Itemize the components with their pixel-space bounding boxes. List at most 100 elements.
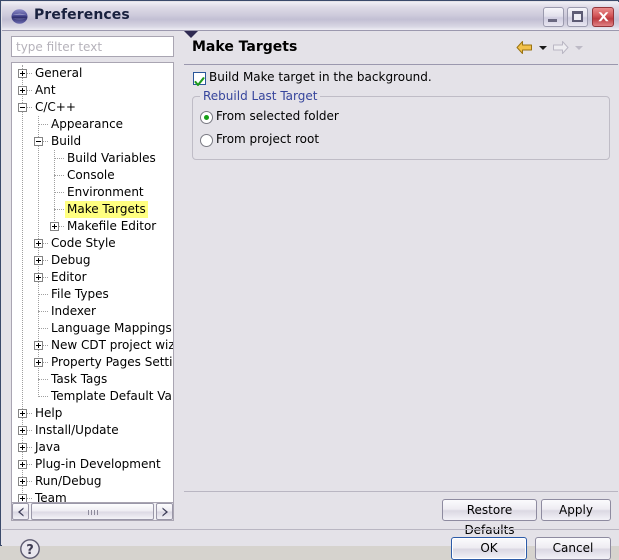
- tree-connector-stub: [54, 175, 64, 177]
- radio-from-project-root[interactable]: [200, 134, 213, 147]
- tree-item-label: File Types: [51, 287, 109, 301]
- tree-connector-stub: [38, 328, 48, 330]
- tree-connector-stub: [38, 396, 48, 398]
- tree-expand-icon[interactable]: [34, 239, 43, 248]
- back-history-chevron-down-icon[interactable]: [539, 46, 547, 50]
- apply-button[interactable]: Apply: [541, 499, 611, 521]
- tree-item[interactable]: Template Default Values: [12, 388, 173, 405]
- scrollbar-thumb[interactable]: [31, 503, 154, 520]
- maximize-button[interactable]: [567, 7, 588, 27]
- tree-item[interactable]: Makefile Editor: [12, 218, 173, 235]
- tree-expand-icon[interactable]: [34, 273, 43, 282]
- tree-expand-icon[interactable]: [34, 358, 43, 367]
- tree-item[interactable]: Java: [12, 439, 173, 456]
- tree-expand-icon[interactable]: [18, 477, 27, 486]
- tree-item[interactable]: Console: [12, 167, 173, 184]
- tree-item-label: Code Style: [51, 236, 116, 250]
- tree-item-label: Build: [51, 134, 82, 148]
- build-in-background-checkbox[interactable]: [193, 72, 206, 87]
- tree-item[interactable]: Help: [12, 405, 173, 422]
- tree-item[interactable]: Ant: [12, 82, 173, 99]
- tree-item-label: Editor: [51, 270, 87, 284]
- radio-from-selected-folder-label: From selected folder: [216, 109, 339, 123]
- tree-item[interactable]: General: [12, 65, 173, 82]
- tree-item[interactable]: Property Pages Settings: [12, 354, 173, 371]
- scroll-right-button[interactable]: [156, 503, 173, 520]
- tree-collapse-icon[interactable]: [18, 103, 27, 112]
- tree-item-label: Indexer: [51, 304, 96, 318]
- tree-item[interactable]: Language Mappings: [12, 320, 173, 337]
- tree-item[interactable]: Task Tags: [12, 371, 173, 388]
- tree-item[interactable]: Indexer: [12, 303, 173, 320]
- scroll-right-icon: [162, 507, 168, 517]
- back-arrow-icon[interactable]: [516, 40, 533, 55]
- tree-item[interactable]: Code Style: [12, 235, 173, 252]
- tree-item[interactable]: Team: [12, 490, 173, 502]
- tree-connector-stub: [54, 209, 64, 211]
- radio-from-selected-folder[interactable]: [200, 111, 213, 124]
- tree-expand-icon[interactable]: [34, 341, 43, 350]
- tree-item[interactable]: C/C++: [12, 99, 173, 116]
- close-icon: [598, 12, 609, 22]
- rebuild-last-target-group: [192, 96, 610, 160]
- tree-expand-icon[interactable]: [18, 86, 27, 95]
- tree-item-label: Build Variables: [67, 151, 156, 165]
- forward-arrow-icon: [553, 41, 569, 54]
- tree-item-label: Help: [35, 406, 63, 420]
- tree-connector-stub: [38, 379, 48, 381]
- preference-page: Make Targets Build Make target in the ba…: [184, 31, 618, 522]
- tree-collapse-icon[interactable]: [34, 137, 43, 146]
- tree-expand-icon[interactable]: [18, 426, 27, 435]
- page-header: Make Targets: [184, 31, 618, 65]
- tree-item[interactable]: Debug: [12, 252, 173, 269]
- tree-content: General Ant C/C++ Appearance Build Build Vari…: [12, 63, 173, 502]
- close-button[interactable]: [592, 7, 614, 27]
- tree-connector-stub: [54, 192, 64, 194]
- scroll-left-icon: [18, 507, 24, 517]
- tree-item[interactable]: Build Variables: [12, 150, 173, 167]
- tree-expand-icon[interactable]: [34, 256, 43, 265]
- tree-expand-icon[interactable]: [18, 409, 27, 418]
- filter-input[interactable]: [11, 36, 174, 57]
- tree-item[interactable]: Run/Debug: [12, 473, 173, 490]
- tree-item-label: Run/Debug: [35, 474, 102, 488]
- tree-item[interactable]: Make Targets: [12, 201, 173, 218]
- tree-item-label: Plug-in Development: [35, 457, 161, 471]
- tree-expand-icon[interactable]: [18, 494, 27, 502]
- scroll-left-button[interactable]: [12, 503, 29, 520]
- tree-expand-icon[interactable]: [18, 69, 27, 78]
- tree-item-label: Makefile Editor: [67, 219, 157, 233]
- preferences-dialog: Preferences General Ant C/C++ Appearance Bui…: [0, 0, 619, 560]
- checkmark-icon: [194, 77, 205, 87]
- minimize-button[interactable]: [543, 7, 564, 27]
- tree-expand-icon[interactable]: [50, 222, 59, 231]
- window-title: Preferences: [34, 7, 130, 23]
- tree-horizontal-scrollbar[interactable]: [11, 502, 174, 521]
- rebuild-last-target-group-title: Rebuild Last Target: [200, 89, 321, 103]
- restore-defaults-button[interactable]: Restore Defaults: [442, 499, 537, 537]
- svg-text:?: ?: [26, 543, 34, 558]
- preferences-tree[interactable]: General Ant C/C++ Appearance Build Build Vari…: [11, 62, 174, 502]
- tree-item[interactable]: Build: [12, 133, 173, 150]
- tree-item-label: Java: [35, 440, 61, 454]
- tree-item-label: C/C++: [35, 100, 76, 114]
- cancel-button[interactable]: Cancel: [535, 537, 611, 560]
- tree-expand-icon[interactable]: [18, 443, 27, 452]
- tree-item[interactable]: Install/Update: [12, 422, 173, 439]
- tree-item[interactable]: Environment: [12, 184, 173, 201]
- help-question-icon[interactable]: ?: [19, 538, 41, 560]
- tree-item[interactable]: Appearance: [12, 116, 173, 133]
- tree-expand-icon[interactable]: [18, 460, 27, 469]
- tree-item[interactable]: Editor: [12, 269, 173, 286]
- ok-button[interactable]: OK: [451, 537, 527, 560]
- scrollbar-grip: [88, 510, 99, 515]
- tree-item-label: Console: [67, 168, 115, 182]
- tree-item[interactable]: New CDT project wizard: [12, 337, 173, 354]
- tree-connector-stub: [54, 158, 64, 160]
- footer-divider: [2, 529, 619, 530]
- tree-item[interactable]: Plug-in Development: [12, 456, 173, 473]
- page-title: Make Targets: [192, 39, 298, 55]
- tree-item[interactable]: File Types: [12, 286, 173, 303]
- tree-item-label: Template Default Values: [51, 389, 174, 403]
- page-menu-chevron-down-icon[interactable]: [184, 31, 198, 38]
